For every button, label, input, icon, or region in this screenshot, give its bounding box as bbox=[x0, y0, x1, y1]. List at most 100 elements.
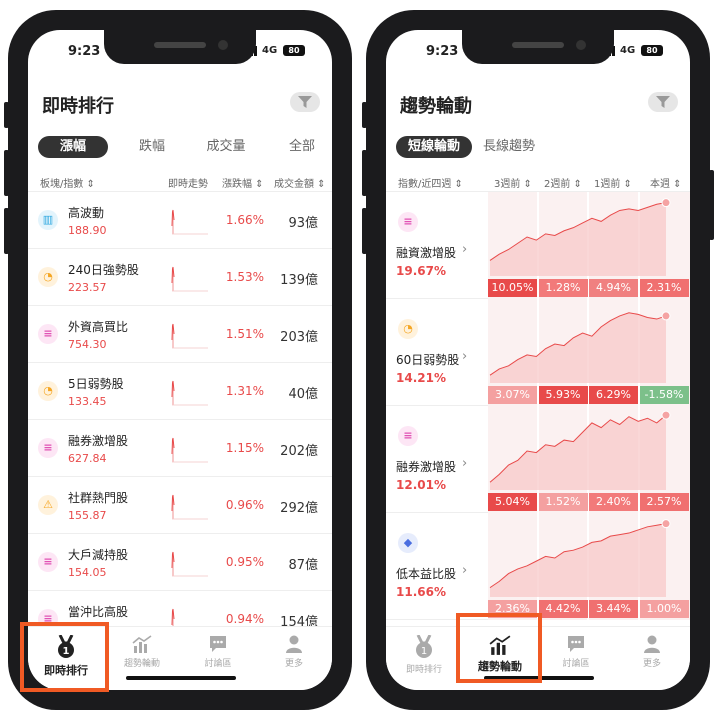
gauge-icon: ◔ bbox=[38, 267, 58, 287]
battery-icon: 80 bbox=[283, 45, 305, 56]
list-item[interactable]: ◆ 低本益比股 › 11.66% 2.36% 4.42% 3.44% 1.00% bbox=[386, 513, 690, 620]
list-item[interactable]: ◔ 60日弱勢股 › 14.21% 3.07% 5.93% 6.29% -1.58% bbox=[386, 299, 690, 406]
col-index[interactable]: 指數/近四週 ⇕ bbox=[398, 175, 463, 190]
item-amount: 40億 bbox=[288, 387, 318, 402]
screen-realtime-ranking: 9:23 4G 80 即時排行 漲幅 跌幅 成交量 全部 板塊/指數 ⇕ 即時走… bbox=[28, 30, 332, 690]
col-amount[interactable]: 成交金額 ⇕ bbox=[274, 175, 326, 190]
volume-up-button bbox=[362, 150, 367, 196]
item-amount: 93億 bbox=[288, 216, 318, 231]
item-price: 627.84 bbox=[68, 452, 107, 465]
list-item[interactable]: ◔ 240日強勢股 223.57 1.53% 139億 bbox=[28, 249, 332, 306]
week-return-cell: 1.28% bbox=[538, 279, 588, 297]
notch bbox=[104, 30, 256, 64]
tabbar-label: 更多 bbox=[284, 659, 303, 669]
week-return-cell: 2.31% bbox=[639, 279, 689, 297]
tabbar-forum[interactable]: 討論區 bbox=[180, 635, 256, 669]
item-change: 1.51% bbox=[225, 327, 264, 341]
week-return-cell: 2.40% bbox=[589, 493, 638, 511]
table-header: 板塊/指數 ⇕ 即時走勢 漲跌幅 ⇕ 成交金額 ⇕ bbox=[28, 170, 332, 192]
list-item[interactable]: ▥ 高波動 188.90 1.66% 93億 bbox=[28, 192, 332, 249]
trend-chart: 2.36% 4.42% 3.44% 1.00% bbox=[488, 513, 690, 620]
tab-losers[interactable]: 跌幅 bbox=[122, 136, 182, 158]
filter-icon bbox=[298, 96, 312, 108]
col-sector[interactable]: 板塊/指數 ⇕ bbox=[40, 175, 95, 190]
list-item[interactable]: ◔ 5日弱勢股 133.45 1.31% 40億 bbox=[28, 363, 332, 420]
list-item[interactable]: ≡ 大戶減持股 154.05 0.95% 87億 bbox=[28, 534, 332, 591]
col-week-3[interactable]: 3週前 ⇕ bbox=[494, 175, 532, 190]
item-price: 188.90 bbox=[68, 224, 107, 237]
week-return-cell: 5.04% bbox=[488, 493, 537, 511]
mute-switch bbox=[4, 102, 9, 128]
week-return-cell: 3.07% bbox=[488, 386, 537, 404]
item-amount: 203億 bbox=[280, 330, 318, 345]
filter-icon bbox=[656, 96, 670, 108]
page-title: 即時排行 bbox=[42, 96, 114, 117]
warning-icon: ⚠ bbox=[38, 495, 58, 515]
sparkline bbox=[171, 380, 208, 406]
item-price: 155.87 bbox=[68, 509, 107, 522]
coins-icon: ≡ bbox=[38, 552, 58, 572]
tab-gainers[interactable]: 漲幅 bbox=[38, 136, 108, 158]
item-price: 223.57 bbox=[68, 281, 107, 294]
week-return-cell: 4.42% bbox=[538, 600, 588, 618]
col-this-week[interactable]: 本週 ⇕ bbox=[650, 175, 682, 190]
sparkline bbox=[171, 266, 208, 292]
item-change: 0.96% bbox=[225, 498, 264, 512]
item-price: 754.30 bbox=[68, 338, 107, 351]
chat-icon bbox=[210, 636, 226, 652]
tab-volume[interactable]: 成交量 bbox=[190, 136, 262, 158]
col-week-1[interactable]: 1週前 ⇕ bbox=[594, 175, 632, 190]
filter-button[interactable] bbox=[648, 92, 678, 112]
item-name: 社群熱門股 bbox=[68, 491, 129, 505]
week-return-cell: 4.94% bbox=[589, 279, 638, 297]
list-item[interactable]: ≡ 融券激增股 › 12.01% 5.04% 1.52% 2.40% 2.57% bbox=[386, 406, 690, 513]
svg-text:1: 1 bbox=[421, 646, 427, 657]
item-name: 大戶減持股 bbox=[68, 548, 129, 562]
col-change[interactable]: 漲跌幅 ⇕ bbox=[222, 175, 264, 190]
list-item[interactable]: ⚠ 社群熱門股 155.87 0.96% 292億 bbox=[28, 477, 332, 534]
gauge-icon: ◔ bbox=[38, 381, 58, 401]
phone-left: 9:23 4G 80 即時排行 漲幅 跌幅 成交量 全部 板塊/指數 ⇕ 即時走… bbox=[4, 10, 352, 710]
table-header: 指數/近四週 ⇕ 3週前 ⇕ 2週前 ⇕ 1週前 ⇕ 本週 ⇕ bbox=[386, 170, 690, 192]
tabbar-realtime[interactable]: 1 即時排行 bbox=[386, 635, 462, 675]
week-return-cell: 10.05% bbox=[488, 279, 537, 297]
list-item[interactable]: ≡ 融券激增股 627.84 1.15% 202億 bbox=[28, 420, 332, 477]
item-amount: 202億 bbox=[280, 444, 318, 459]
item-return: 11.66% bbox=[396, 585, 446, 599]
tabbar-trend[interactable]: 趨勢輪動 bbox=[104, 635, 180, 669]
chevron-right-icon: › bbox=[462, 563, 468, 578]
tabbar-label: 趨勢輪動 bbox=[123, 659, 160, 669]
tab-long-term[interactable]: 長線趨勢 bbox=[476, 136, 542, 158]
trend-endpoint bbox=[661, 519, 671, 529]
trend-tabs: 短線輪動 長線趨勢 bbox=[396, 136, 686, 158]
item-price: 154.05 bbox=[68, 566, 107, 579]
network-label: 4G bbox=[262, 45, 278, 56]
week-return-cell: 2.57% bbox=[639, 493, 689, 511]
mute-switch bbox=[362, 102, 367, 128]
volume-down-button bbox=[4, 208, 9, 254]
item-change: 1.66% bbox=[225, 213, 264, 227]
item-name: 5日弱勢股 bbox=[68, 377, 124, 391]
item-amount: 292億 bbox=[280, 501, 318, 516]
list-item[interactable]: ≡ 融資激增股 › 19.67% 10.05% 1.28% 4.94% 2.31% bbox=[386, 192, 690, 299]
highlight-box-realtime bbox=[20, 622, 109, 692]
tab-short-term[interactable]: 短線輪動 bbox=[396, 136, 472, 158]
tabbar-label: 即時排行 bbox=[405, 665, 442, 675]
tabbar-forum[interactable]: 討論區 bbox=[538, 635, 614, 669]
user-icon bbox=[286, 635, 302, 653]
sparkline bbox=[171, 437, 208, 463]
screen-trend-rotation: 9:23 4G 80 趨勢輪動 短線輪動 長線趨勢 指數/近四週 ⇕ 3週前 ⇕… bbox=[386, 30, 690, 690]
tabbar-more[interactable]: 更多 bbox=[256, 635, 332, 669]
highlight-box-trend bbox=[456, 613, 542, 683]
home-indicator bbox=[126, 676, 236, 680]
tabbar-more[interactable]: 更多 bbox=[614, 635, 690, 669]
col-trend: 即時走勢 bbox=[168, 179, 208, 190]
chevron-right-icon: › bbox=[462, 242, 468, 257]
filter-button[interactable] bbox=[290, 92, 320, 112]
list-item[interactable]: ≡ 外資高買比 754.30 1.51% 203億 bbox=[28, 306, 332, 363]
tab-all[interactable]: 全部 bbox=[274, 136, 330, 158]
chart-icon bbox=[132, 635, 152, 653]
chat-icon bbox=[568, 636, 584, 652]
col-week-2[interactable]: 2週前 ⇕ bbox=[544, 175, 582, 190]
item-change: 1.53% bbox=[225, 270, 264, 284]
